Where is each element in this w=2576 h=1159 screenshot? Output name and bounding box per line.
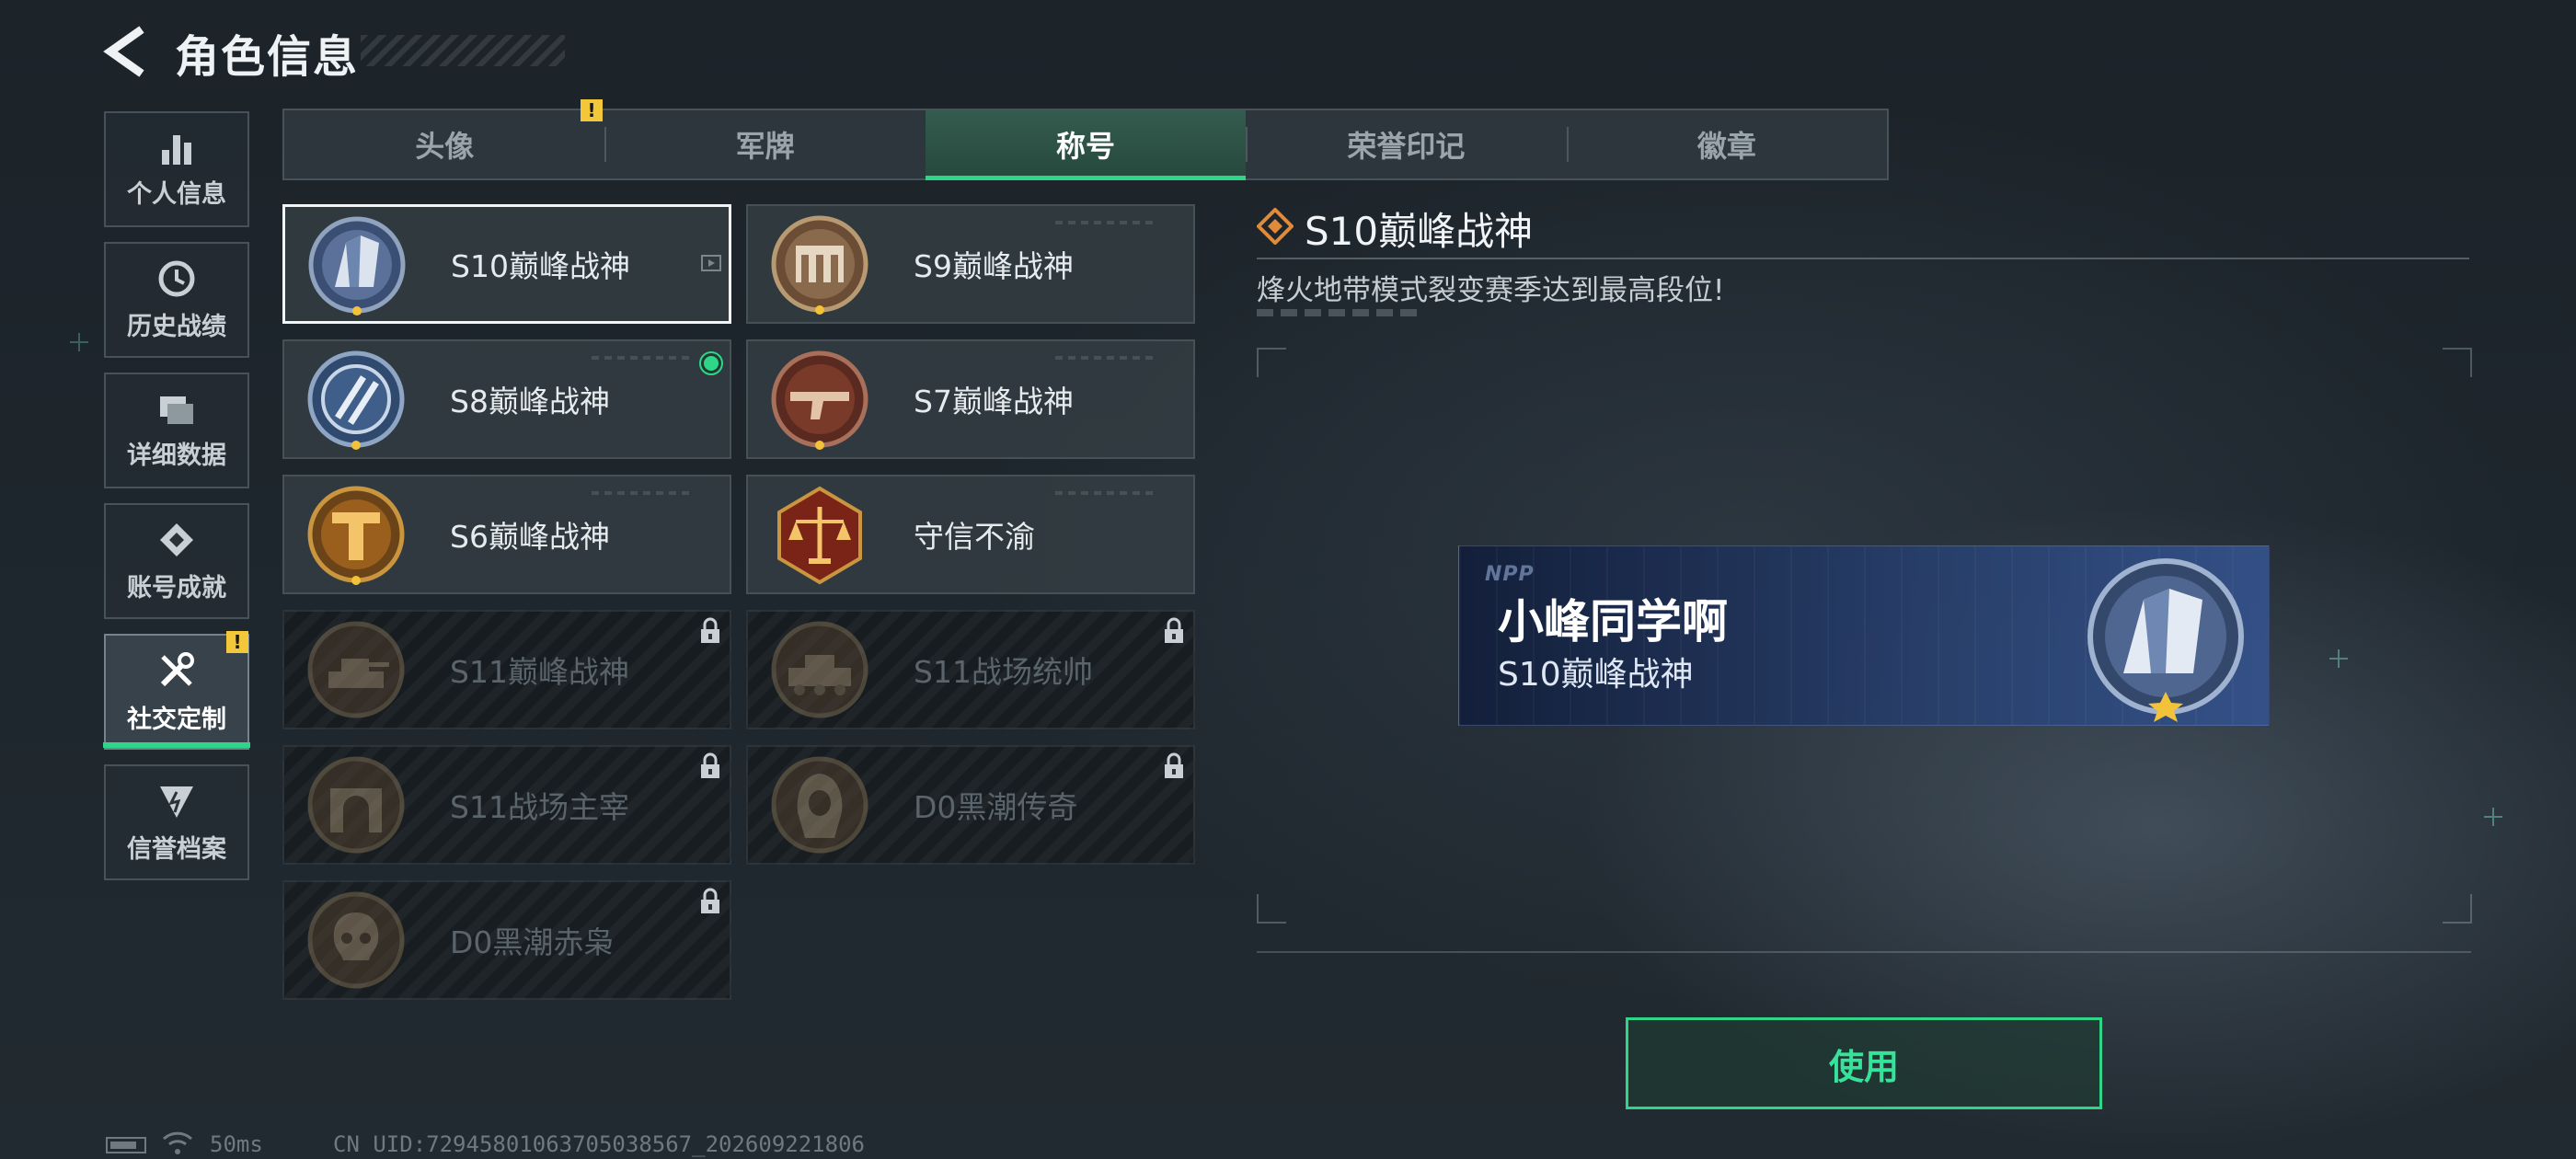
sidebar-item-reputation[interactable]: 信誉档案 <box>104 764 249 880</box>
card-decoration <box>592 356 693 360</box>
tab-badge[interactable]: 徽章 <box>1566 110 1887 178</box>
title-name: S10巅峰战神 <box>451 248 630 284</box>
title-card-s11-peak[interactable]: S11巅峰战神 <box>282 610 731 729</box>
lock-icon <box>701 888 719 913</box>
tab-honor-mark[interactable]: 荣誉印记 <box>1246 110 1566 178</box>
arch-medal-icon <box>307 756 405 854</box>
battery-icon <box>106 1137 146 1153</box>
title-name: S9巅峰战神 <box>914 248 1074 284</box>
lock-icon <box>701 752 719 778</box>
title-name: S6巅峰战神 <box>450 519 610 555</box>
ping-readout: 50ms <box>210 1131 263 1157</box>
nameplate-title: S10巅峰战神 <box>1498 656 1694 694</box>
sidebar-item-history[interactable]: 历史战绩 <box>104 242 249 358</box>
back-arrow-icon[interactable] <box>101 24 156 79</box>
page-title: 角色信息 <box>175 31 360 83</box>
achievement-icon <box>160 522 193 557</box>
sidebar-active-indicator <box>103 742 250 748</box>
bar-chart-icon <box>162 134 191 165</box>
s6-medal-icon <box>307 486 405 585</box>
title-name: 守信不渝 <box>914 519 1035 555</box>
title-card-s11-commander[interactable]: S11战场统帅 <box>746 610 1195 729</box>
crosshair-decoration-icon <box>2484 808 2502 826</box>
lock-icon <box>1165 617 1183 643</box>
tab-bar: 头像 军牌 称号 荣誉印记 徽章 <box>282 109 1889 180</box>
title-name: S8巅峰战神 <box>450 384 610 419</box>
title-card-s8[interactable]: S8巅峰战神 <box>282 339 731 459</box>
use-button[interactable]: 使用 <box>1626 1017 2102 1109</box>
nameplate-logo: NPP <box>1485 563 1535 586</box>
crosshair-decoration-icon <box>2329 649 2348 668</box>
frame-corner <box>1257 894 1286 924</box>
uid-readout: CN UID:72945801063705038567_202609221806 <box>333 1131 865 1157</box>
clock-icon <box>158 260 195 296</box>
card-decoration <box>1055 356 1156 360</box>
tank-medal-icon <box>307 621 405 718</box>
tab-dogtag[interactable]: 军牌 <box>604 110 925 178</box>
detail-description: 烽火地带模式裂变赛季达到最高段位! <box>1257 274 1725 307</box>
skull-medal-icon <box>307 891 405 989</box>
sidebar-item-details[interactable]: 详细数据 <box>104 373 249 488</box>
warning-badge: ! <box>226 631 248 653</box>
divider <box>1257 951 2471 953</box>
sidebar-item-label: 信誉档案 <box>127 834 226 864</box>
sidebar-item-achievements[interactable]: 账号成就 <box>104 503 249 619</box>
card-decoration <box>592 491 693 495</box>
card-decoration <box>1055 221 1156 224</box>
title-name: D0黑潮传奇 <box>914 789 1078 825</box>
title-name: D0黑潮赤枭 <box>450 924 615 960</box>
tab-title[interactable]: 称号 <box>925 110 1247 180</box>
s9-medal-icon <box>771 215 868 315</box>
title-name: S11战场主宰 <box>450 789 629 825</box>
tab-avatar[interactable]: 头像 <box>284 110 604 178</box>
title-name: S11巅峰战神 <box>450 654 629 690</box>
frame-corner <box>2443 348 2472 377</box>
hooded-figure-medal-icon <box>771 756 868 854</box>
frame-corner <box>1257 348 1286 377</box>
title-name: S11战场统帅 <box>914 654 1093 690</box>
title-name: S7巅峰战神 <box>914 384 1074 419</box>
diamond-title-icon <box>1257 208 1294 245</box>
s7-medal-icon <box>771 350 868 450</box>
sidebar-item-label: 历史战绩 <box>127 312 226 341</box>
wifi-icon <box>162 1131 193 1154</box>
frame-corner <box>2443 894 2472 924</box>
lock-icon <box>1165 752 1183 778</box>
player-name: 小峰同学啊 <box>1498 595 1728 648</box>
s8-medal-icon <box>307 350 405 450</box>
title-card-s10[interactable]: S10巅峰战神 <box>282 204 731 324</box>
divider <box>1257 258 2469 259</box>
equipped-indicator-icon <box>699 351 723 375</box>
scales-medal-icon <box>777 486 862 585</box>
title-decoration <box>361 35 565 66</box>
title-card-d0-legend[interactable]: D0黑潮传奇 <box>746 745 1195 865</box>
armored-vehicle-medal-icon <box>771 621 868 718</box>
detail-title: S10巅峰战神 <box>1305 209 1534 254</box>
sidebar-item-label: 详细数据 <box>127 441 226 470</box>
detail-decoration <box>1257 309 1419 316</box>
s10-medal-icon <box>2087 558 2244 722</box>
sidebar-item-profile[interactable]: 个人信息 <box>104 111 249 227</box>
lock-icon <box>701 617 719 643</box>
title-card-d0-owl[interactable]: D0黑潮赤枭 <box>282 880 731 1000</box>
sidebar-item-label: 社交定制 <box>127 705 226 734</box>
title-card-s11-dominator[interactable]: S11战场主宰 <box>282 745 731 865</box>
warning-badge: ! <box>581 99 603 121</box>
nameplate-preview: NPP 小峰同学啊 S10巅峰战神 <box>1458 545 2270 726</box>
title-card-s7[interactable]: S7巅峰战神 <box>746 339 1195 459</box>
shield-icon <box>160 786 193 818</box>
card-decoration <box>1055 491 1156 495</box>
title-card-keep-faith[interactable]: 守信不渝 <box>746 475 1195 594</box>
sidebar-item-label: 个人信息 <box>127 179 226 209</box>
sidebar-item-label: 账号成就 <box>127 573 226 602</box>
tools-icon <box>160 651 194 686</box>
crosshair-decoration-icon <box>70 333 88 351</box>
preview-icon <box>701 255 721 271</box>
s10-medal-icon <box>308 216 406 316</box>
folder-icon <box>160 396 193 424</box>
title-card-s6[interactable]: S6巅峰战神 <box>282 475 731 594</box>
title-card-s9[interactable]: S9巅峰战神 <box>746 204 1195 324</box>
